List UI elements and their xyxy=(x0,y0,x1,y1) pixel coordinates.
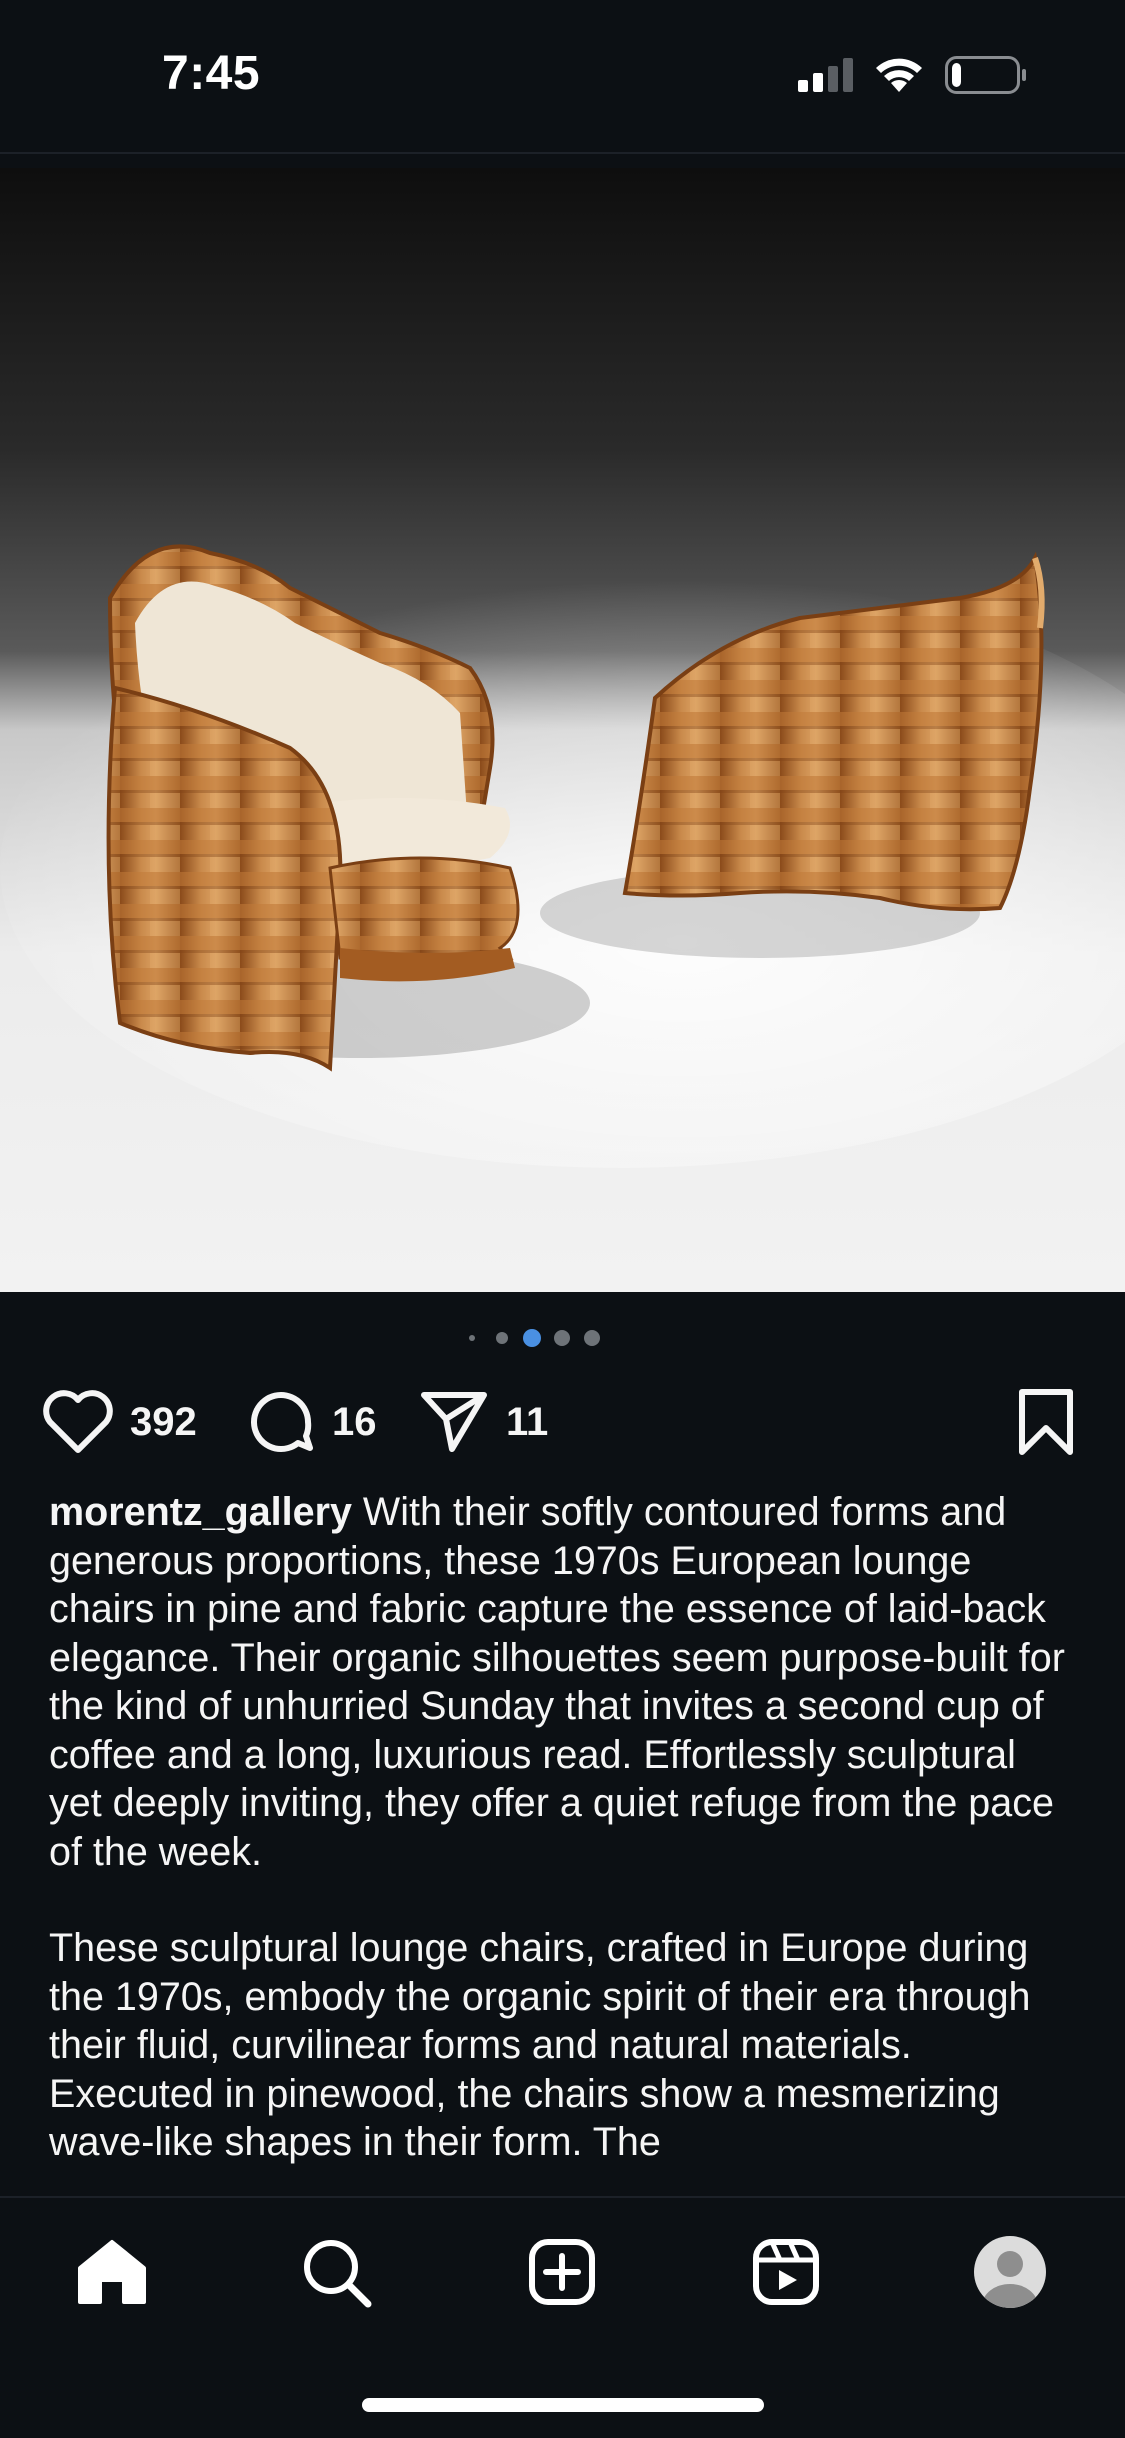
bookmark-icon[interactable] xyxy=(1016,1388,1076,1456)
carousel-dot-active xyxy=(523,1329,541,1347)
carousel-dot xyxy=(469,1335,475,1341)
likes-count[interactable]: 392 xyxy=(130,1400,197,1445)
tab-home[interactable] xyxy=(72,2232,152,2312)
wifi-icon xyxy=(876,58,922,92)
battery-low-icon xyxy=(945,56,1026,94)
tab-profile[interactable] xyxy=(970,2232,1050,2312)
tab-search[interactable] xyxy=(296,2232,376,2312)
comments-count[interactable]: 16 xyxy=(332,1400,377,1445)
like-button[interactable]: 392 xyxy=(42,1382,197,1462)
caption-paragraph: morentz_gallery With their softly contou… xyxy=(49,1488,1079,1876)
profile-avatar-icon[interactable] xyxy=(972,2234,1048,2310)
comment-icon[interactable] xyxy=(248,1388,316,1456)
send-icon[interactable] xyxy=(418,1389,490,1455)
comment-button[interactable]: 16 xyxy=(248,1382,377,1462)
carousel-dot xyxy=(584,1330,600,1346)
share-button[interactable]: 11 xyxy=(418,1382,548,1462)
reels-icon[interactable] xyxy=(752,2238,820,2306)
caption-username[interactable]: morentz_gallery xyxy=(49,1490,352,1534)
home-indicator[interactable] xyxy=(362,2398,764,2412)
post-caption: morentz_gallery With their softly contou… xyxy=(49,1488,1079,2167)
tab-create[interactable] xyxy=(522,2232,602,2312)
save-button[interactable] xyxy=(1016,1382,1076,1462)
status-time: 7:45 xyxy=(162,47,261,100)
carousel-dot xyxy=(496,1332,508,1344)
caption-text: With their softly contoured forms and ge… xyxy=(49,1490,1065,1874)
add-square-icon[interactable] xyxy=(528,2238,596,2306)
post-photo-chairs xyxy=(0,168,1125,1292)
cellular-signal-icon xyxy=(798,58,853,92)
carousel-dot xyxy=(554,1330,570,1346)
home-icon[interactable] xyxy=(76,2238,148,2306)
carousel-indicator xyxy=(469,1329,600,1347)
heart-icon[interactable] xyxy=(42,1390,114,1454)
post-actions: 392 16 11 xyxy=(0,1382,1125,1462)
search-icon[interactable] xyxy=(300,2236,372,2308)
tab-reels[interactable] xyxy=(746,2232,826,2312)
post-image[interactable] xyxy=(0,168,1125,1292)
status-bar: 7:45 xyxy=(0,0,1125,154)
caption-paragraph-2: These sculptural lounge chairs, crafted … xyxy=(49,1926,1031,2164)
shares-count[interactable]: 11 xyxy=(506,1400,548,1445)
